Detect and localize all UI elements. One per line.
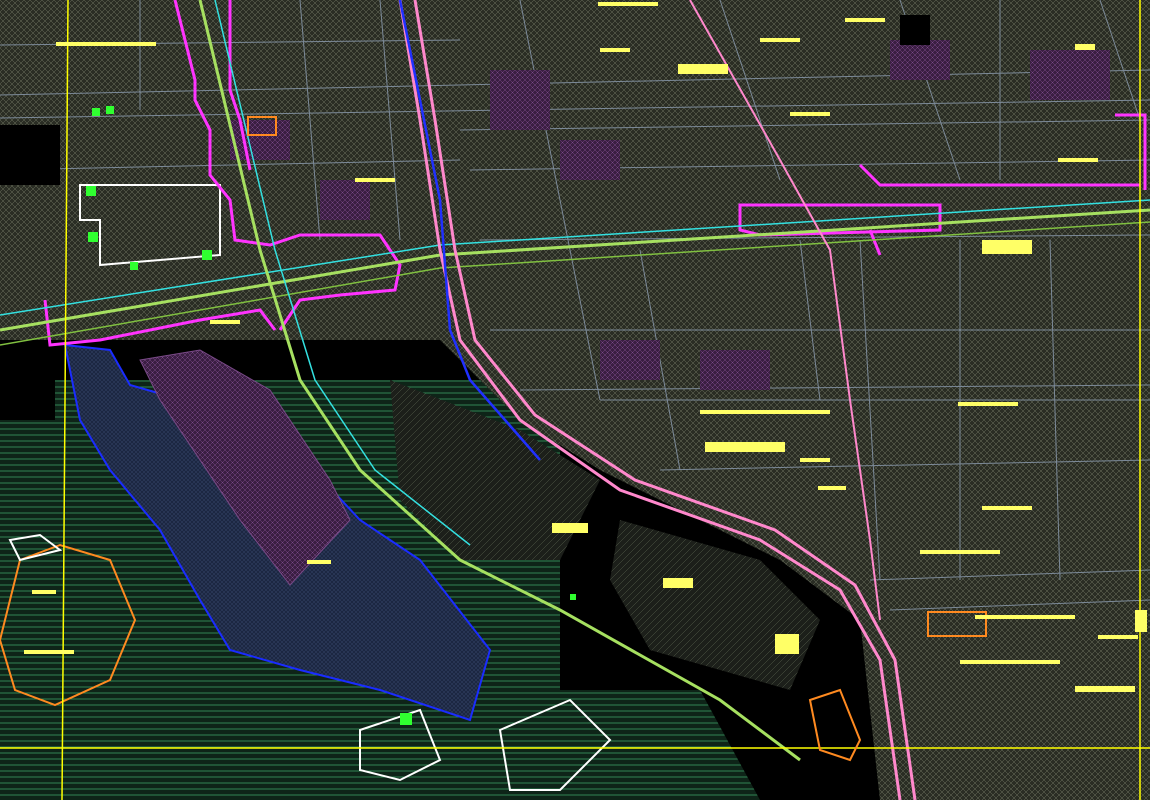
map-svg: [0, 0, 1150, 800]
orange-plot: [808, 688, 862, 762]
cad-map-canvas[interactable]: [0, 0, 1150, 800]
